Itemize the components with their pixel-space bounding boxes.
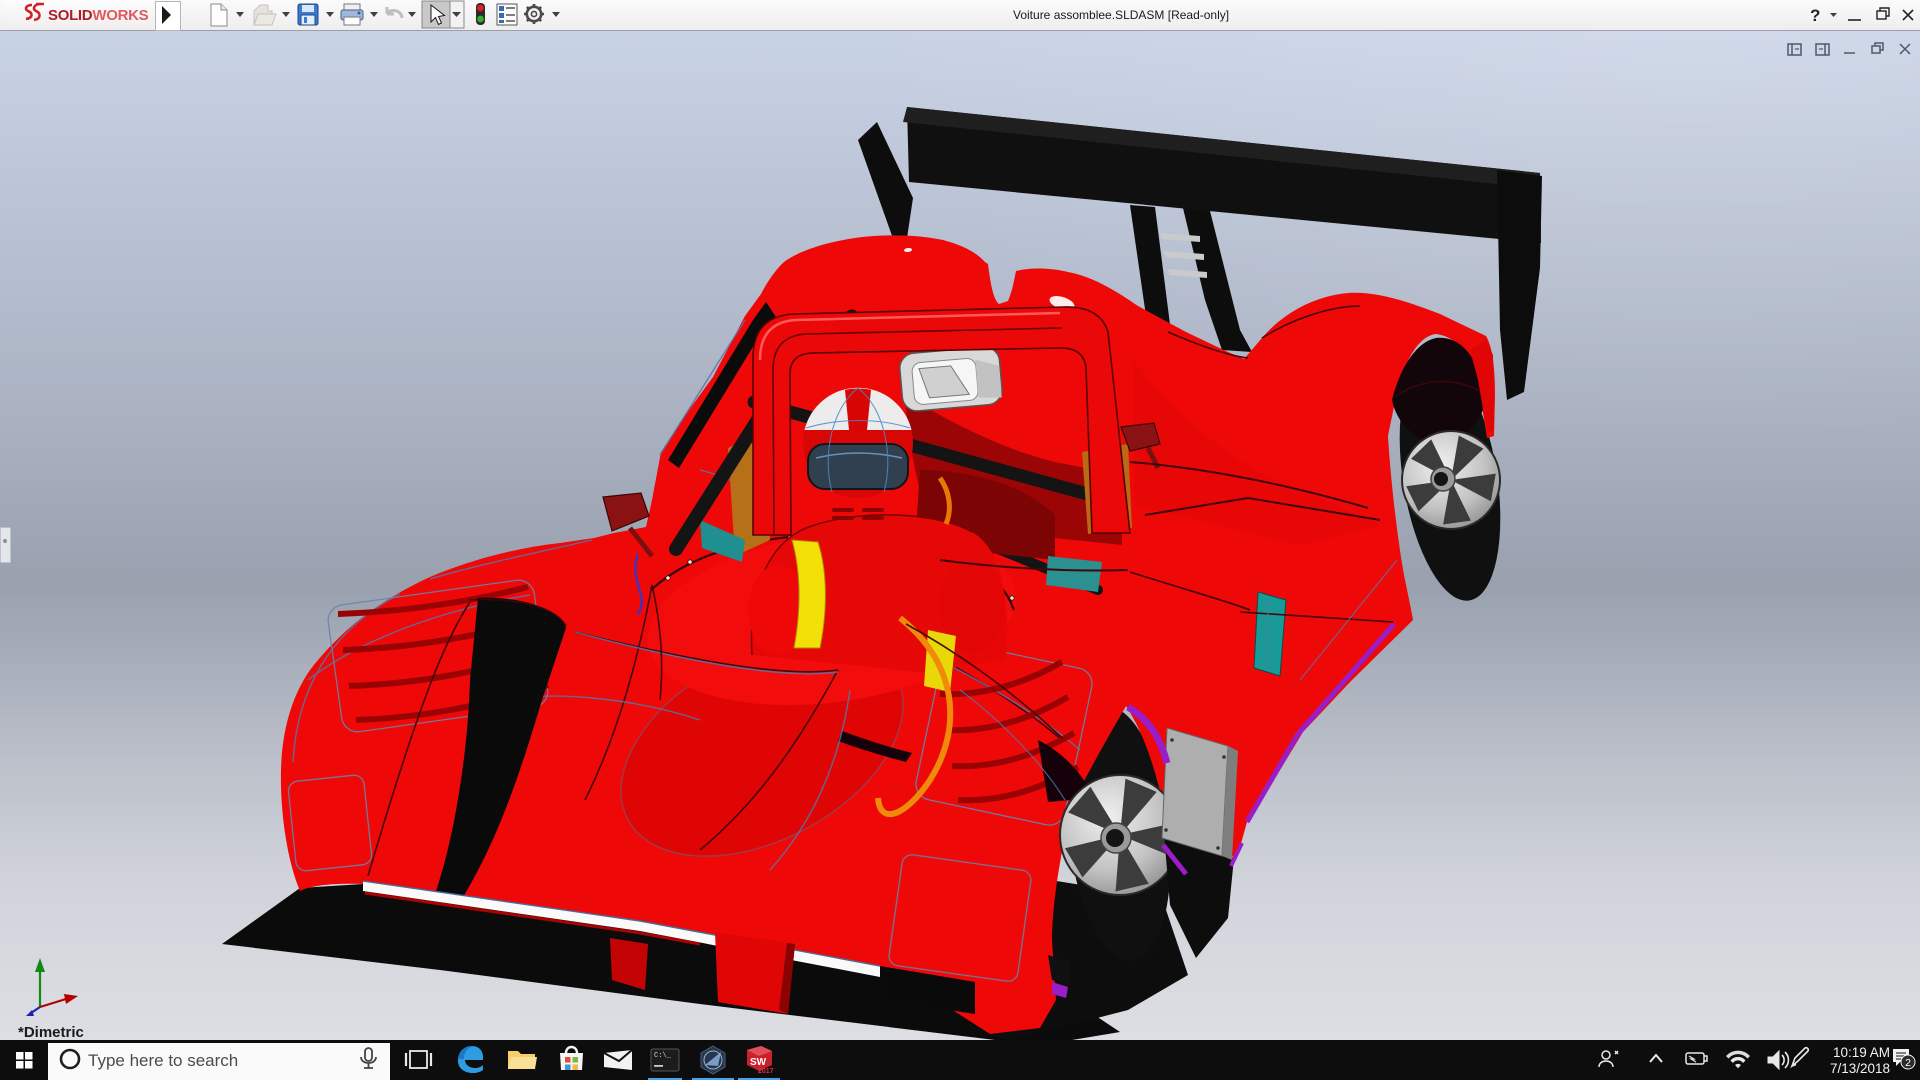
svg-text:C:\_: C:\_: [654, 1052, 672, 1060]
svg-text:2017: 2017: [758, 1068, 774, 1075]
svg-text:2: 2: [1905, 1057, 1911, 1069]
svg-text:?: ?: [1810, 6, 1820, 25]
svg-text:Type here to search: Type here to search: [88, 1051, 238, 1070]
svg-text:7/13/2018: 7/13/2018: [1830, 1061, 1890, 1076]
svg-text:SOLIDWORKS: SOLIDWORKS: [48, 7, 149, 24]
svg-text:*Dimetric: *Dimetric: [18, 1024, 84, 1040]
svg-text:10:19 AM: 10:19 AM: [1833, 1045, 1890, 1060]
svg-text:SW: SW: [750, 1057, 767, 1068]
